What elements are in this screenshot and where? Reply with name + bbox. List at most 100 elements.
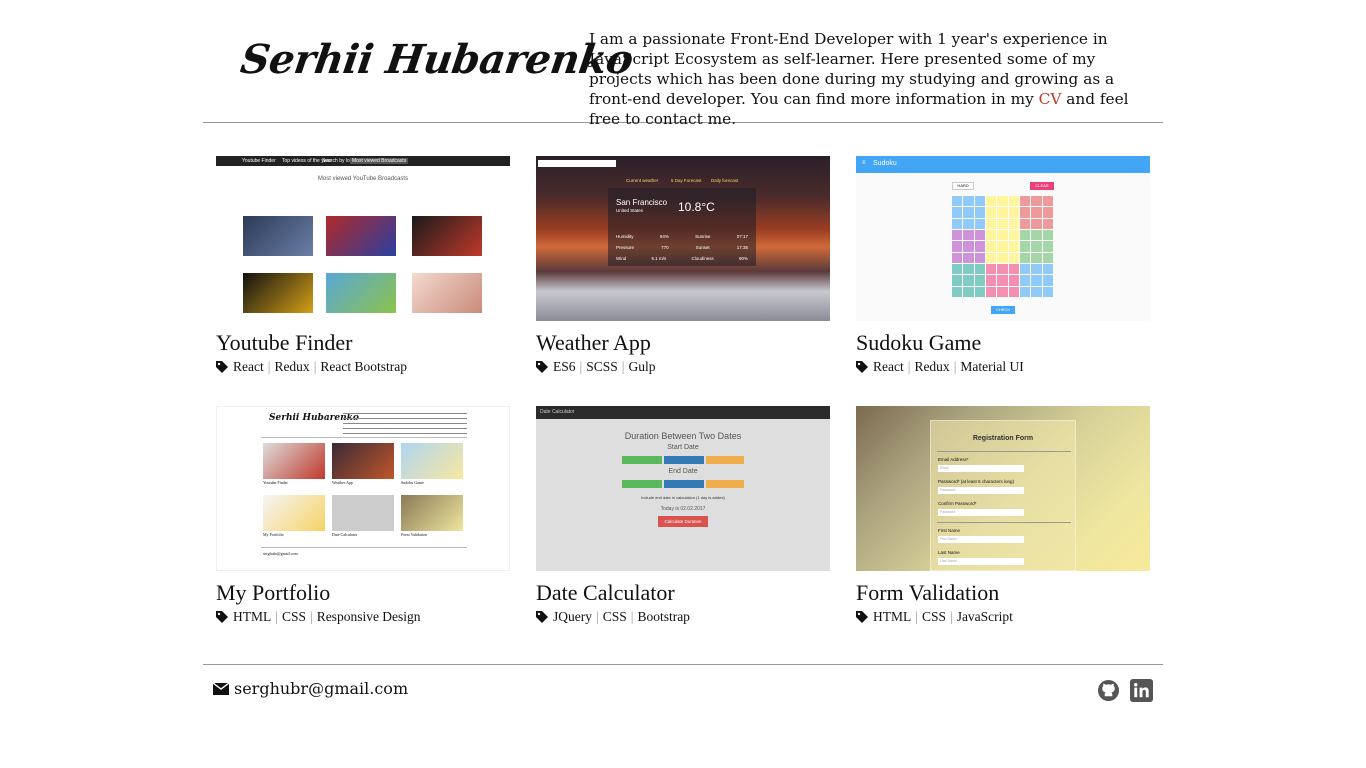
thumb-navbar: Date Calculator: [536, 406, 830, 419]
sudoku-cell: [1008, 196, 1019, 207]
sudoku-cell: [963, 207, 974, 218]
project-title[interactable]: Youtube Finder: [216, 331, 510, 355]
project-card-my-portfolio[interactable]: Serhii Hubarenko Youtube Finder Weather …: [216, 406, 510, 625]
tag-separator: |: [309, 609, 313, 624]
tag-separator: |: [953, 359, 957, 374]
thumb-tab: Current weather: [626, 178, 659, 183]
sudoku-cell: [1031, 275, 1042, 286]
tag-separator: |: [579, 359, 583, 374]
thumb-start-label: Start Date: [667, 444, 699, 451]
thumb-mini-title: Date Calculator: [332, 532, 358, 537]
sudoku-cell: [963, 241, 974, 252]
project-thumbnail[interactable]: Registration Form Email Address* Email P…: [856, 406, 1150, 571]
tag-item: Redux: [914, 359, 950, 374]
tag-separator: |: [621, 359, 625, 374]
thumb-weather-panel: San Francisco United States 10.8°C Humid…: [608, 188, 756, 266]
sudoku-cell: [963, 286, 974, 297]
project-thumbnail[interactable]: Date Calculator Duration Between Two Dat…: [536, 406, 830, 571]
thumb-app-title: Sudoku: [873, 160, 897, 167]
project-card-form-validation[interactable]: Registration Form Email Address* Email P…: [856, 406, 1150, 625]
sudoku-cell: [997, 252, 1008, 263]
thumb-menu-item: Most viewed Broadcasts: [350, 158, 409, 164]
tag-separator: |: [275, 609, 278, 624]
sudoku-cell: [997, 286, 1008, 297]
project-thumbnail[interactable]: Serhii Hubarenko Youtube Finder Weather …: [216, 406, 510, 571]
sudoku-cell: [952, 286, 963, 297]
project-title[interactable]: Sudoku Game: [856, 331, 1150, 355]
sudoku-cell: [952, 229, 963, 241]
thumb-cell: 94%: [659, 234, 669, 239]
sudoku-cell: [1031, 252, 1042, 263]
sudoku-cell: [1019, 275, 1031, 286]
thumb-registration-form: Registration Form Email Address* Email P…: [930, 420, 1076, 571]
thumb-city: San Francisco: [616, 198, 668, 207]
thumb-field-label: Last Name: [938, 550, 960, 555]
email-address[interactable]: serghubr@gmail.com: [234, 679, 408, 698]
tag-separator: |: [907, 359, 911, 374]
sudoku-cell: [985, 263, 997, 275]
thumb-field-input: Email: [938, 465, 1024, 472]
sudoku-cell: [985, 196, 997, 207]
sudoku-cell: [1008, 218, 1019, 229]
footer-email[interactable]: serghubr@gmail.com: [213, 679, 408, 698]
project-title[interactable]: My Portfolio: [216, 581, 510, 605]
tag-item: Gulp: [628, 359, 656, 374]
sudoku-cell: [963, 196, 974, 207]
sudoku-cell: [985, 207, 997, 218]
project-title[interactable]: Form Validation: [856, 581, 1150, 605]
project-title[interactable]: Weather App: [536, 331, 830, 355]
sudoku-cell: [1019, 229, 1031, 241]
sudoku-cell: [1031, 286, 1042, 297]
tag-item: Responsive Design: [316, 609, 421, 624]
video-thumb: [326, 273, 396, 313]
thumb-search-bar: [538, 160, 616, 167]
thumb-checkbox-label: Include end date in calculation (1 day i…: [641, 495, 725, 500]
tag-item: React: [233, 359, 264, 374]
sudoku-cell: [1042, 229, 1053, 241]
page-footer: serghubr@gmail.com: [203, 664, 1163, 724]
thumb-mini-title: Sudoku Game: [401, 480, 424, 485]
project-thumbnail[interactable]: ≡ Sudoku HARD CLEAR CHECK: [856, 156, 1150, 321]
sudoku-cell: [1042, 263, 1053, 275]
thumb-cell: 07:17: [736, 234, 748, 239]
sudoku-cell: [985, 286, 997, 297]
github-icon[interactable]: [1097, 679, 1120, 702]
project-thumbnail[interactable]: Current weather 5 Day Forecast Daily for…: [536, 156, 830, 321]
tag-item: SCSS: [586, 359, 618, 374]
thumb-mini-card: [332, 495, 394, 531]
site-logo-name[interactable]: Serhii Hubarenko: [238, 36, 636, 83]
sudoku-cell: [1019, 207, 1031, 218]
project-card-sudoku-game[interactable]: ≡ Sudoku HARD CLEAR CHECK Sudoku Game Re…: [856, 156, 1150, 375]
tag-icon: [216, 611, 228, 623]
thumb-appbar: ≡ Sudoku: [856, 156, 1150, 173]
linkedin-icon[interactable]: [1130, 679, 1153, 702]
sudoku-cell: [1019, 286, 1031, 297]
project-card-date-calculator[interactable]: Date Calculator Duration Between Two Dat…: [536, 406, 830, 625]
sudoku-cell: [952, 218, 963, 229]
thumb-row: Pressure 770 Sunset 17:35: [616, 245, 748, 250]
tag-item: Redux: [274, 359, 310, 374]
sudoku-cell: [1008, 241, 1019, 252]
thumb-divider: [261, 437, 467, 438]
thumb-mini-card: [263, 443, 325, 479]
sudoku-cell: [952, 263, 963, 275]
sudoku-cell: [1042, 207, 1053, 218]
thumb-year-select: [706, 456, 744, 464]
project-title[interactable]: Date Calculator: [536, 581, 830, 605]
sudoku-cell: [1042, 218, 1053, 229]
video-thumb: [243, 216, 313, 256]
sudoku-cell: [1008, 286, 1019, 297]
thumb-navbar: Youtube Finder Top videos of the year Se…: [216, 156, 510, 166]
cv-link[interactable]: CV: [1039, 90, 1062, 108]
project-card-weather-app[interactable]: Current weather 5 Day Forecast Daily for…: [536, 156, 830, 375]
sudoku-cell: [974, 196, 985, 207]
page-header: Serhii Hubarenko I am a passionate Front…: [203, 0, 1163, 128]
thumb-mini-title: Form Validation: [401, 532, 428, 537]
project-card-youtube-finder[interactable]: Youtube Finder Top videos of the year Se…: [216, 156, 510, 375]
project-tags: React | Redux | React Bootstrap: [216, 359, 510, 375]
tag-separator: |: [915, 609, 918, 624]
sudoku-cell: [1019, 263, 1031, 275]
tag-icon: [536, 611, 548, 623]
project-thumbnail[interactable]: Youtube Finder Top videos of the year Se…: [216, 156, 510, 321]
tag-separator: |: [596, 609, 599, 624]
